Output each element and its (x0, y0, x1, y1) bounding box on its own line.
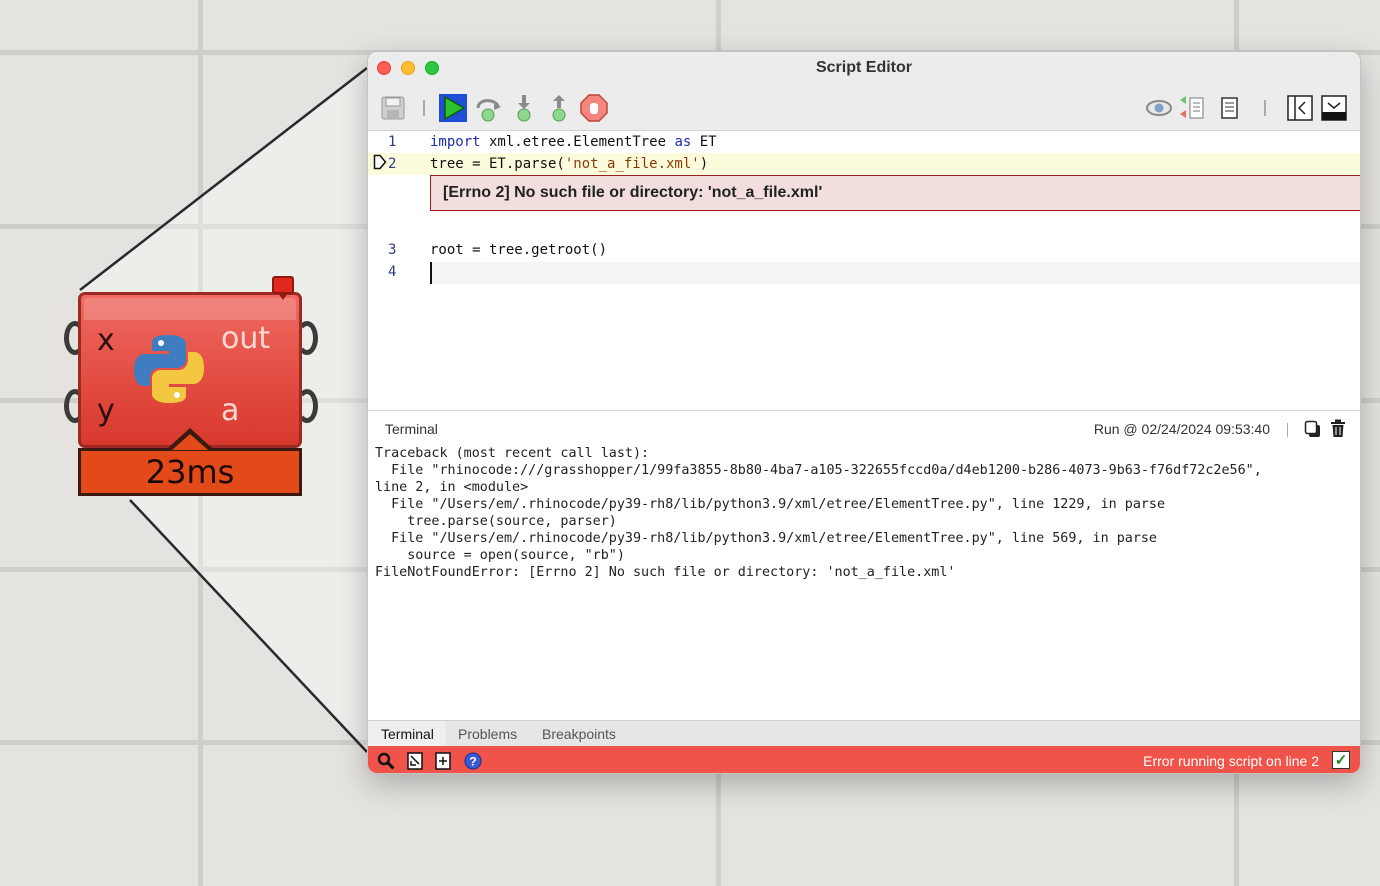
watch-icon (1146, 100, 1172, 116)
terminal-line: File "/Users/em/.rhinocode/py39-rh8/lib/… (375, 531, 1157, 546)
window-title: Script Editor (815, 59, 912, 76)
edit-file-icon (407, 752, 423, 770)
compare-button[interactable] (1178, 94, 1206, 122)
save-icon (381, 96, 405, 120)
script-editor-window: Script Editor 1 import xml.etree.Element… (367, 51, 1361, 774)
inline-error-message: [Errno 2] No such file or directory: 'no… (430, 175, 1360, 211)
line-number: 3 (388, 242, 397, 258)
notes-icon (1221, 97, 1238, 119)
title-bar[interactable]: Script Editor (368, 52, 1360, 84)
help-icon: ? (464, 752, 482, 770)
new-file-button[interactable] (433, 751, 453, 771)
string-literal: 'not_a_file.xml' (564, 156, 700, 172)
step-over-icon (476, 99, 501, 122)
terminal-line: Traceback (most recent call last): (375, 446, 650, 461)
minimize-panel-icon (1321, 95, 1347, 121)
step-out-icon (552, 95, 566, 122)
code-line[interactable]: tree = ET.parse('not_a_file.xml') (430, 156, 708, 172)
terminal-line: File "/Users/em/.rhinocode/py39-rh8/lib/… (375, 497, 1166, 512)
minimize-panel-button[interactable] (1320, 94, 1348, 122)
input-label-y: y (97, 393, 115, 428)
line-number: 1 (388, 134, 397, 150)
terminal-line: source = open(source, "rb") (375, 548, 625, 563)
code-text: xml.etree.ElementTree (480, 134, 675, 150)
stop-button[interactable] (580, 94, 608, 122)
code-text: ) (699, 156, 709, 172)
message-balloon-icon[interactable] (272, 276, 294, 300)
component-body[interactable]: x y out a (78, 292, 302, 448)
terminal-separator (1287, 423, 1288, 437)
watch-button[interactable] (1145, 94, 1173, 122)
terminal-panel: Terminal Run @ 02/24/2024 09:53:40 Trace… (368, 411, 1360, 721)
code-text: tree = ET.parse( (430, 156, 565, 172)
step-into-button[interactable] (510, 94, 538, 122)
output-label-a: a (221, 393, 240, 428)
terminal-output[interactable]: Traceback (most recent call last): File … (375, 445, 1262, 581)
tab-breakpoints[interactable]: Breakpoints (542, 726, 616, 742)
status-checkbox[interactable]: ✓ (1332, 751, 1350, 769)
search-button[interactable] (376, 751, 396, 771)
terminal-line: tree.parse(source, parser) (375, 514, 617, 529)
current-line-highlight (430, 262, 1360, 284)
step-out-button[interactable] (545, 94, 573, 122)
line-number: 4 (388, 264, 397, 280)
compare-icon (1180, 96, 1204, 119)
collapse-panel-button[interactable] (1286, 94, 1314, 122)
code-text: ET (691, 134, 717, 150)
terminal-line: FileNotFoundError: [Errno 2] No such fil… (375, 565, 956, 580)
svg-text:?: ? (469, 755, 476, 769)
edit-file-button[interactable] (405, 751, 425, 771)
stop-icon (580, 94, 608, 122)
toolbar-separator (423, 100, 425, 116)
step-over-button[interactable] (474, 94, 502, 122)
code-editor[interactable]: 1 import xml.etree.ElementTree as ET 2 t… (368, 132, 1360, 410)
breakpoint-marker-icon[interactable] (373, 154, 387, 170)
python-logo-icon (134, 335, 204, 403)
toolbar (368, 84, 1360, 131)
code-line[interactable]: root = tree.getroot() (430, 242, 607, 258)
terminal-title: Terminal (385, 421, 438, 437)
code-line[interactable]: import xml.etree.ElementTree as ET (430, 134, 717, 150)
toolbar-separator (1264, 100, 1266, 116)
status-message: Error running script on line 2 (1143, 753, 1319, 769)
copy-icon[interactable] (1304, 420, 1322, 438)
keyword: import (430, 134, 481, 150)
new-file-icon (435, 752, 451, 770)
panel-tabs: Terminal Problems Breakpoints (368, 720, 1360, 747)
profiler-timer: 23ms (78, 448, 302, 496)
save-button[interactable] (379, 94, 407, 122)
run-icon (439, 94, 467, 122)
tab-problems[interactable]: Problems (458, 726, 517, 742)
trash-icon[interactable] (1330, 419, 1346, 438)
step-into-icon (517, 95, 531, 122)
terminal-line: line 2, in <module> (375, 480, 529, 495)
status-bar: ? Error running script on line 2 ✓ (368, 746, 1360, 773)
tab-terminal[interactable]: Terminal (381, 726, 434, 742)
run-button[interactable] (439, 94, 467, 122)
input-label-x: x (97, 323, 115, 358)
collapse-panel-icon (1287, 95, 1313, 121)
component-highlight (84, 298, 296, 320)
line-number: 2 (388, 156, 397, 172)
run-timestamp: Run @ 02/24/2024 09:53:40 (1093, 421, 1270, 437)
text-caret (430, 262, 432, 284)
keyword: as (674, 134, 692, 150)
terminal-line: File "rhinocode:///grasshopper/1/99fa385… (375, 463, 1262, 478)
notes-button[interactable] (1216, 94, 1244, 122)
output-label-out: out (221, 321, 271, 356)
python-component[interactable]: x y out a 23ms (60, 276, 320, 498)
search-icon (377, 752, 395, 770)
help-button[interactable]: ? (463, 751, 483, 771)
timer-notch-fill (172, 434, 208, 450)
